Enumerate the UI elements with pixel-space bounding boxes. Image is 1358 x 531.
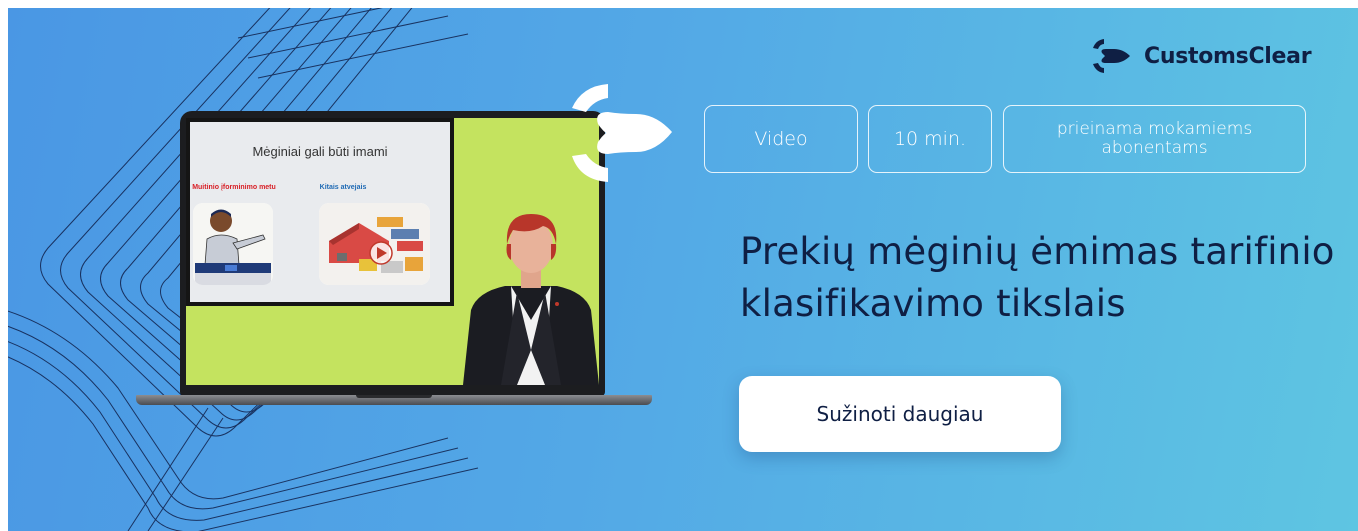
tag-duration: 10 min. [868, 105, 992, 173]
slide-left-label: Muitinio įforminimo metu [192, 184, 276, 191]
warehouse-illustration [319, 203, 430, 285]
presentation-slide: Mėginiai gali būti imami Muitinio įformi… [186, 118, 454, 306]
presenter-figure [463, 214, 599, 385]
laptop-lid: Mėginiai gali būti imami Muitinio įformi… [180, 111, 605, 396]
slide-title: Mėginiai gali būti imami [252, 144, 388, 159]
video-screen[interactable]: Mėginiai gali būti imami Muitinio įformi… [186, 118, 599, 385]
brand-name: CustomsClear [1144, 43, 1312, 69]
tag-format: Video [704, 105, 858, 173]
laptop-notch [356, 395, 432, 398]
tag-access: prieinama mokamiems abonentams [1003, 105, 1306, 173]
officer-illustration [193, 203, 273, 285]
headline: Prekių mėginių ėmimas tarifinio klasifik… [740, 230, 1335, 325]
large-white-arrow-icon [572, 84, 672, 182]
promo-banner: Mėginiai gali būti imami Muitinio įformi… [8, 8, 1358, 531]
slide-right-label: Kitais atvejais [319, 184, 367, 191]
learn-more-button[interactable]: Sužinoti daugiau [739, 376, 1061, 452]
customsclear-arrow-logo-icon [1093, 39, 1130, 73]
brand-logo[interactable]: CustomsClear [1090, 36, 1312, 76]
